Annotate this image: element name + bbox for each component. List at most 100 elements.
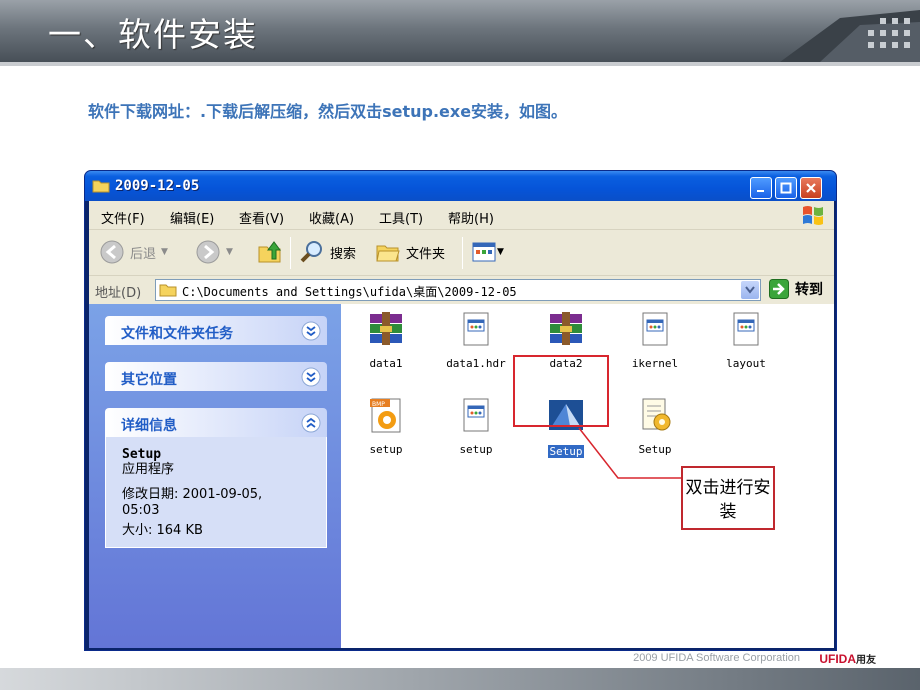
highlight-box bbox=[513, 355, 609, 427]
maximize-icon bbox=[780, 182, 792, 194]
details-title: 详细信息 bbox=[121, 418, 177, 434]
views-icon bbox=[472, 242, 496, 262]
winrar-archive-icon bbox=[370, 312, 402, 345]
folder-icon bbox=[159, 284, 177, 297]
file-tasks-panel[interactable]: 文件和文件夹任务 bbox=[105, 316, 327, 345]
file-label: layout bbox=[726, 357, 766, 370]
file-item-data1[interactable]: data1 bbox=[346, 310, 426, 370]
folders-label: 文件夹 bbox=[406, 246, 446, 262]
back-dropdown-icon[interactable]: ▼ bbox=[161, 247, 168, 257]
file-item-data1-hdr[interactable]: data1.hdr bbox=[436, 310, 516, 370]
search-label: 搜索 bbox=[330, 246, 357, 262]
generic-file-icon bbox=[642, 312, 668, 346]
bmp-image-icon: BMP bbox=[370, 398, 401, 433]
forward-arrow-icon bbox=[196, 240, 220, 264]
go-arrow-icon bbox=[769, 279, 789, 299]
menu-bar: 文件(F) 编辑(E) 查看(V) 收藏(A) 工具(T) 帮助(H) bbox=[89, 201, 834, 230]
search-icon bbox=[300, 241, 322, 263]
ufida-logo-cn: 用友 bbox=[856, 655, 876, 666]
generic-file-icon bbox=[463, 398, 489, 432]
file-item-setup-file[interactable]: setup bbox=[436, 396, 516, 456]
file-item-setup-ini[interactable]: Setup bbox=[615, 396, 695, 456]
file-tasks-title: 文件和文件夹任务 bbox=[121, 326, 233, 342]
task-pane: 文件和文件夹任务 其它位置 详细信息 Setup 应用程序 修改日期: 2001… bbox=[89, 304, 341, 648]
toolbar: 后退 ▼ ▼ 搜索 文件夹 ▼ bbox=[89, 230, 834, 276]
minimize-icon bbox=[757, 190, 764, 192]
maximize-button[interactable] bbox=[775, 177, 797, 199]
setup-config-icon bbox=[642, 398, 671, 431]
building-graphic bbox=[780, 10, 920, 62]
address-bar: 地址(D) C:\Documents and Settings\ufida\桌面… bbox=[89, 276, 834, 304]
file-item-setup-bmp[interactable]: BMP setup bbox=[346, 396, 426, 456]
close-icon bbox=[806, 183, 816, 193]
file-label: Setup bbox=[548, 445, 584, 458]
forward-button[interactable]: ▼ bbox=[195, 239, 233, 265]
details-name: Setup bbox=[122, 447, 162, 462]
back-arrow-icon bbox=[100, 240, 124, 264]
footer-copyright: 2009 UFIDA Software Corporation bbox=[633, 652, 800, 664]
file-label: setup bbox=[459, 443, 493, 456]
chevron-double-down-icon[interactable] bbox=[301, 321, 321, 341]
header-divider bbox=[0, 62, 920, 66]
generic-file-icon bbox=[463, 312, 489, 346]
minimize-button[interactable] bbox=[750, 177, 772, 199]
callout-text: 双击进行安装 bbox=[685, 478, 771, 522]
details-type: 应用程序 bbox=[122, 462, 175, 477]
file-item-ikernel[interactable]: ikernel bbox=[615, 310, 695, 370]
chevron-double-up-icon[interactable] bbox=[301, 413, 321, 433]
generic-file-icon bbox=[733, 312, 759, 346]
slide-header: 一、软件安装 bbox=[0, 0, 920, 62]
svg-text:BMP: BMP bbox=[372, 401, 385, 408]
menu-help[interactable]: 帮助(H) bbox=[448, 208, 494, 227]
folder-icon bbox=[92, 180, 110, 193]
details-modified-time: 05:03 bbox=[122, 503, 160, 518]
views-button[interactable]: ▼ bbox=[471, 239, 504, 265]
window-title: 2009-12-05 bbox=[115, 178, 200, 194]
views-dropdown-icon[interactable]: ▼ bbox=[497, 247, 504, 257]
details-size: 大小: 164 KB bbox=[122, 523, 203, 538]
windows-logo-icon bbox=[803, 206, 823, 225]
up-folder-button[interactable] bbox=[257, 239, 283, 265]
other-places-title: 其它位置 bbox=[121, 372, 177, 388]
slide: 一、软件安装 软件下载网址：.下载后解压缩，然后双击setup.exe安装，如图… bbox=[0, 0, 920, 690]
footer-bar bbox=[0, 668, 920, 690]
menu-edit[interactable]: 编辑(E) bbox=[170, 208, 214, 227]
footer-copyright-text: 2009 UFIDA Software Corporation bbox=[633, 652, 800, 664]
back-button[interactable]: 后退 ▼ bbox=[99, 239, 168, 265]
ufida-logo: UFIDA用友 bbox=[819, 651, 876, 666]
address-label: 地址(D) bbox=[95, 286, 142, 301]
address-input[interactable]: C:\Documents and Settings\ufida\桌面\2009-… bbox=[155, 279, 761, 301]
address-path: C:\Documents and Settings\ufida\桌面\2009-… bbox=[182, 285, 517, 299]
ufida-logo-text: UFIDA bbox=[819, 652, 856, 666]
menu-view[interactable]: 查看(V) bbox=[239, 208, 284, 227]
back-label: 后退 bbox=[130, 246, 157, 262]
address-dropdown-button[interactable] bbox=[741, 281, 759, 299]
folders-icon bbox=[376, 245, 400, 262]
details-panel: 详细信息 Setup 应用程序 修改日期: 2001-09-05, 05:03 … bbox=[105, 408, 327, 548]
details-modified: 修改日期: 2001-09-05, bbox=[122, 487, 263, 502]
file-item-layout[interactable]: layout bbox=[706, 310, 786, 370]
folders-button[interactable]: 文件夹 bbox=[375, 239, 445, 265]
chevron-double-down-icon[interactable] bbox=[301, 367, 321, 387]
callout-box: 双击进行安装 bbox=[681, 466, 775, 530]
intro-text: 软件下载网址：.下载后解压缩，然后双击setup.exe安装，如图。 bbox=[88, 102, 568, 121]
file-label: data1 bbox=[369, 357, 403, 370]
slide-title: 一、软件安装 bbox=[48, 15, 258, 54]
close-button[interactable] bbox=[800, 177, 822, 199]
go-button[interactable]: 转到 bbox=[769, 279, 823, 299]
forward-dropdown-icon[interactable]: ▼ bbox=[226, 247, 233, 257]
explorer-window: 2009-12-05 文件(F) 编辑(E) 查看(V) 收藏(A) 工具(T)… bbox=[84, 170, 837, 651]
file-label: Setup bbox=[638, 443, 672, 456]
go-label: 转到 bbox=[795, 282, 823, 298]
menu-favorites[interactable]: 收藏(A) bbox=[309, 208, 354, 227]
search-button[interactable]: 搜索 bbox=[299, 239, 356, 265]
chevron-down-icon bbox=[745, 286, 755, 294]
other-places-panel[interactable]: 其它位置 bbox=[105, 362, 327, 391]
menu-tools[interactable]: 工具(T) bbox=[379, 208, 423, 227]
file-label: setup bbox=[369, 443, 403, 456]
title-bar[interactable]: 2009-12-05 bbox=[85, 171, 836, 201]
file-label: data1.hdr bbox=[446, 357, 506, 370]
file-label: ikernel bbox=[631, 357, 679, 370]
winrar-archive-icon bbox=[550, 312, 582, 345]
menu-file[interactable]: 文件(F) bbox=[101, 208, 145, 227]
